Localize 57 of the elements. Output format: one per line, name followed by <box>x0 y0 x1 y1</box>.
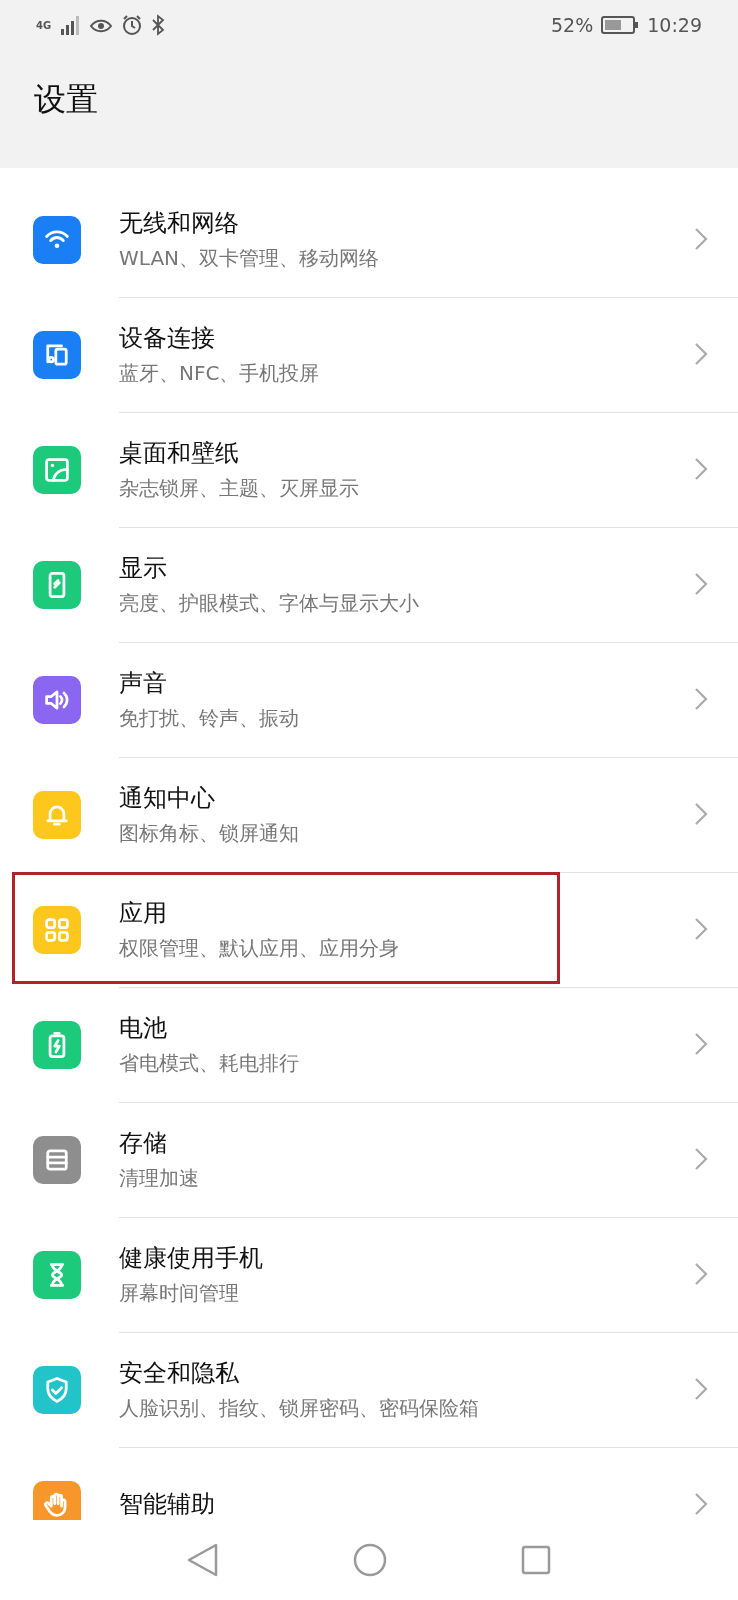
item-title: 存储 <box>119 1127 168 1159</box>
item-title: 无线和网络 <box>119 207 240 239</box>
chevron-right-icon <box>694 1032 708 1056</box>
item-title: 声音 <box>119 667 168 699</box>
item-subtitle: 屏幕时间管理 <box>119 1279 240 1307</box>
item-title: 电池 <box>119 1012 168 1044</box>
item-subtitle: 亮度、护眼模式、字体与显示大小 <box>119 589 420 617</box>
alarm-icon <box>121 14 144 36</box>
item-subtitle: 免打扰、铃声、振动 <box>119 704 300 732</box>
signal-icon <box>59 15 82 35</box>
item-title: 安全和隐私 <box>119 1357 240 1389</box>
chevron-right-icon <box>694 802 708 826</box>
item-subtitle: 权限管理、默认应用、应用分身 <box>119 934 400 962</box>
item-title: 智能辅助 <box>119 1489 216 1520</box>
clock: 10:29 <box>647 14 702 36</box>
settings-item[interactable]: 存储 清理加速 <box>0 1102 738 1217</box>
page-title: 设置 <box>34 79 98 120</box>
item-title: 健康使用手机 <box>119 1242 264 1274</box>
chevron-right-icon <box>694 687 708 711</box>
recents-icon[interactable] <box>521 1545 551 1575</box>
item-subtitle: 蓝牙、NFC、手机投屏 <box>119 359 321 387</box>
back-icon[interactable] <box>187 1543 219 1577</box>
settings-item[interactable]: 显示 亮度、护眼模式、字体与显示大小 <box>0 527 738 642</box>
chevron-right-icon <box>694 1492 708 1516</box>
chevron-right-icon <box>694 227 708 251</box>
item-subtitle: 图标角标、锁屏通知 <box>119 819 300 847</box>
settings-item[interactable]: 安全和隐私 人脸识别、指纹、锁屏密码、密码保险箱 <box>0 1332 738 1447</box>
item-subtitle: 人脸识别、指纹、锁屏密码、密码保险箱 <box>119 1394 480 1422</box>
chevron-right-icon <box>694 917 708 941</box>
chevron-right-icon <box>694 1262 708 1286</box>
settings-item[interactable]: 无线和网络 WLAN、双卡管理、移动网络 <box>0 182 738 297</box>
settings-item[interactable]: 通知中心 图标角标、锁屏通知 <box>0 757 738 872</box>
chevron-right-icon <box>694 1377 708 1401</box>
network-label: 4G <box>36 19 52 31</box>
chevron-right-icon <box>694 1147 708 1171</box>
settings-item[interactable]: 桌面和壁纸 杂志锁屏、主题、灭屏显示 <box>0 412 738 527</box>
item-subtitle: 省电模式、耗电排行 <box>119 1049 300 1077</box>
item-subtitle: 杂志锁屏、主题、灭屏显示 <box>119 474 360 502</box>
battery-percent: 52% <box>551 14 594 36</box>
settings-item[interactable]: 应用 权限管理、默认应用、应用分身 <box>0 872 738 987</box>
item-title: 显示 <box>119 552 168 584</box>
settings-item[interactable]: 声音 免打扰、铃声、振动 <box>0 642 738 757</box>
settings-item[interactable]: 设备连接 蓝牙、NFC、手机投屏 <box>0 297 738 412</box>
item-subtitle: WLAN、双卡管理、移动网络 <box>119 244 381 272</box>
settings-item[interactable]: 健康使用手机 屏幕时间管理 <box>0 1217 738 1332</box>
home-icon[interactable] <box>353 1543 387 1577</box>
bluetooth-icon <box>151 14 166 36</box>
settings-item[interactable]: 电池 省电模式、耗电排行 <box>0 987 738 1102</box>
item-title: 设备连接 <box>119 322 216 354</box>
item-title: 应用 <box>119 897 168 929</box>
battery-icon <box>601 15 640 35</box>
chevron-right-icon <box>694 572 708 596</box>
item-title: 通知中心 <box>119 782 216 814</box>
chevron-right-icon <box>694 342 708 366</box>
item-title: 桌面和壁纸 <box>119 437 240 469</box>
item-subtitle: 清理加速 <box>119 1164 200 1192</box>
chevron-right-icon <box>694 457 708 481</box>
